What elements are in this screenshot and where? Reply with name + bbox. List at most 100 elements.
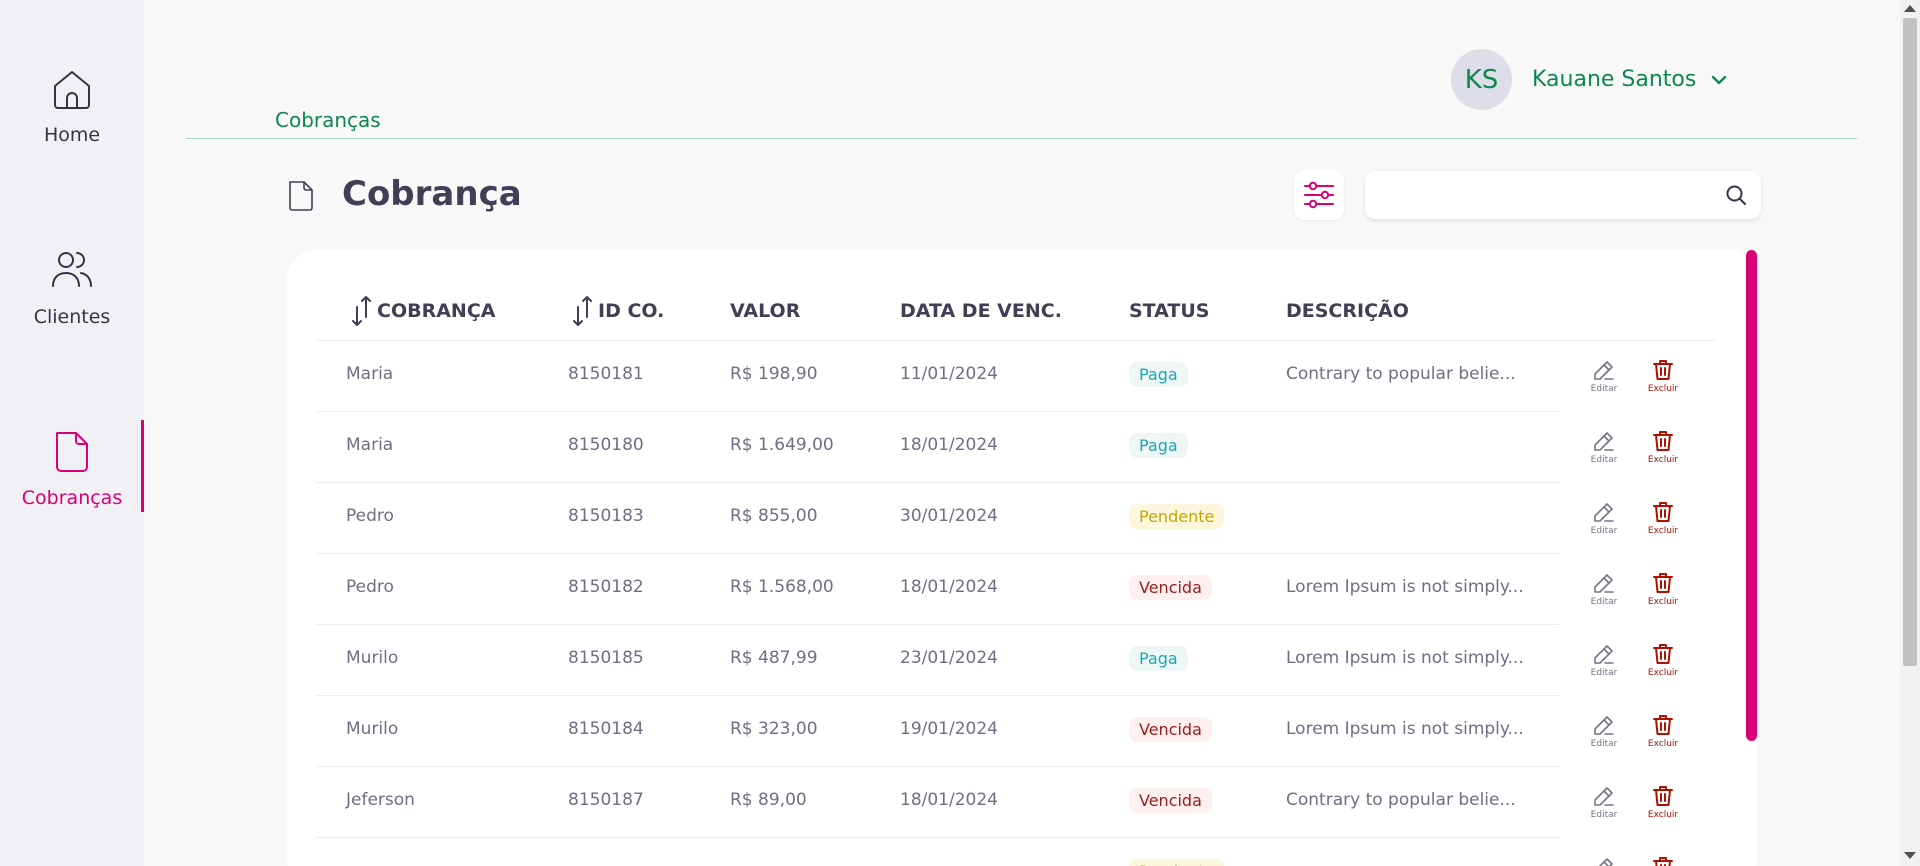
sidebar-item-cobrancas[interactable]: Cobranças — [0, 429, 144, 509]
cell-valor: R$ 323,00 — [730, 719, 818, 739]
status-badge: Pendente — [1129, 859, 1225, 866]
cell-id: 8150185 — [568, 648, 644, 668]
delete-label: Excluir — [1647, 739, 1679, 749]
table-row: Pedro 8150182 R$ 1.568,00 18/01/2024 Vencida… — [316, 554, 1715, 625]
cell-cliente: Murilo — [346, 719, 399, 739]
column-header-label: ID CO. — [598, 300, 665, 322]
breadcrumb[interactable]: Cobranças — [275, 108, 381, 132]
delete-button[interactable]: Excluir — [1641, 784, 1685, 820]
cell-vencimento: 30/01/2024 — [900, 506, 998, 526]
edit-button[interactable]: Editar — [1582, 784, 1626, 820]
cell-descricao: Contrary to popular belie... — [1286, 364, 1516, 384]
edit-pencil-icon — [1594, 503, 1614, 522]
home-icon — [54, 71, 90, 109]
cell-valor: R$ 1.649,00 — [730, 435, 834, 455]
cell-descricao: Lorem Ipsum is not simply... — [1286, 719, 1524, 739]
edit-button[interactable]: Editar — [1582, 642, 1626, 678]
table-row: Maria 8150180 R$ 1.649,00 18/01/2024 Paga Edi… — [316, 412, 1715, 483]
table-scrollbar-thumb[interactable] — [1746, 250, 1757, 741]
sidebar-item-home[interactable]: Home — [0, 66, 144, 146]
delete-label: Excluir — [1647, 597, 1679, 607]
delete-label: Excluir — [1647, 384, 1679, 394]
sidebar-item-label: Clientes — [33, 306, 111, 328]
cell-vencimento: 18/01/2024 — [900, 435, 998, 455]
edit-button[interactable]: Editar — [1582, 500, 1626, 536]
edit-label: Editar — [1590, 739, 1618, 749]
edit-pencil-icon — [1594, 432, 1614, 451]
cell-valor: R$ 487,99 — [730, 648, 818, 668]
delete-button[interactable]: Excluir — [1641, 642, 1685, 678]
search-box — [1365, 171, 1761, 219]
filter-sliders-icon — [1304, 181, 1334, 209]
scroll-down-arrow-icon[interactable] — [1904, 852, 1916, 859]
cell-cliente: Pedro — [346, 577, 394, 597]
edit-button[interactable]: Editar — [1582, 855, 1626, 866]
column-header-cobranca[interactable]: COBRANÇA — [351, 296, 495, 326]
sidebar: Home Clientes Cobranças — [0, 0, 144, 866]
column-header-status: STATUS — [1129, 300, 1210, 322]
filter-button[interactable] — [1294, 170, 1344, 220]
cell-id: 8150184 — [568, 719, 644, 739]
trash-icon — [1653, 502, 1673, 522]
cell-descricao: Contrary to popular belie... — [1286, 790, 1516, 810]
cell-id: 8150182 — [568, 577, 644, 597]
user-name: Kauane Santos — [1532, 67, 1697, 92]
scroll-up-arrow-icon[interactable] — [1904, 5, 1916, 12]
trash-icon — [1653, 360, 1673, 380]
table-row: Maria 8150181 R$ 198,90 11/01/2024 Paga Contr… — [316, 341, 1715, 412]
delete-button[interactable]: Excluir — [1641, 713, 1685, 749]
active-indicator — [141, 420, 144, 512]
trash-icon — [1653, 715, 1673, 735]
cell-cliente: Jeferson — [346, 790, 415, 810]
sidebar-item-label: Home — [43, 124, 101, 146]
edit-button[interactable]: Editar — [1582, 358, 1626, 394]
status-badge: Vencida — [1129, 788, 1212, 813]
trash-icon — [1653, 857, 1673, 866]
edit-pencil-icon — [1594, 574, 1614, 593]
chevron-down-icon[interactable] — [1708, 69, 1730, 91]
edit-label: Editar — [1590, 526, 1618, 536]
column-header-id[interactable]: ID CO. — [572, 296, 664, 326]
edit-label: Editar — [1590, 597, 1618, 607]
column-header-descricao: DESCRIÇÃO — [1286, 300, 1409, 322]
cell-valor: R$ 198,90 — [730, 364, 818, 384]
sidebar-item-label: Cobranças — [21, 487, 123, 509]
trash-icon — [1653, 786, 1673, 806]
cell-vencimento: 23/01/2024 — [900, 648, 998, 668]
cell-vencimento: 18/01/2024 — [900, 577, 998, 597]
delete-button[interactable]: Excluir — [1641, 855, 1685, 866]
edit-button[interactable]: Editar — [1582, 571, 1626, 607]
cell-cliente: Maria — [346, 435, 394, 455]
cell-vencimento: 11/01/2024 — [900, 364, 998, 384]
user-menu[interactable]: KS Kauane Santos — [1451, 49, 1730, 110]
edit-label: Editar — [1590, 455, 1618, 465]
delete-label: Excluir — [1647, 526, 1679, 536]
delete-button[interactable]: Excluir — [1641, 358, 1685, 394]
document-icon — [56, 432, 88, 472]
cell-valor: R$ 89,00 — [730, 790, 807, 810]
edit-button[interactable]: Editar — [1582, 429, 1626, 465]
delete-button[interactable]: Excluir — [1641, 429, 1685, 465]
delete-label: Excluir — [1647, 455, 1679, 465]
page-scrollbar-thumb[interactable] — [1903, 18, 1917, 666]
trash-icon — [1653, 431, 1673, 451]
edit-pencil-icon — [1594, 645, 1614, 664]
status-badge: Paga — [1129, 362, 1188, 387]
table-row: Pedro 8150183 R$ 855,00 30/01/2024 Pendente E… — [316, 483, 1715, 554]
delete-label: Excluir — [1647, 668, 1679, 678]
edit-pencil-icon — [1594, 361, 1614, 380]
cell-id: 8150180 — [568, 435, 644, 455]
status-badge: Pendente — [1129, 504, 1225, 529]
column-header-data-venc: DATA DE VENC. — [900, 300, 1062, 322]
edit-button[interactable]: Editar — [1582, 713, 1626, 749]
cell-cliente: Murilo — [346, 648, 399, 668]
edit-label: Editar — [1590, 810, 1618, 820]
delete-button[interactable]: Excluir — [1641, 571, 1685, 607]
edit-label: Editar — [1590, 384, 1618, 394]
delete-button[interactable]: Excluir — [1641, 500, 1685, 536]
column-header-label: COBRANÇA — [377, 300, 496, 322]
column-header-valor: VALOR — [730, 300, 801, 322]
sidebar-item-clientes[interactable]: Clientes — [0, 248, 144, 328]
search-icon[interactable] — [1725, 184, 1747, 206]
search-input[interactable] — [1379, 179, 1699, 211]
